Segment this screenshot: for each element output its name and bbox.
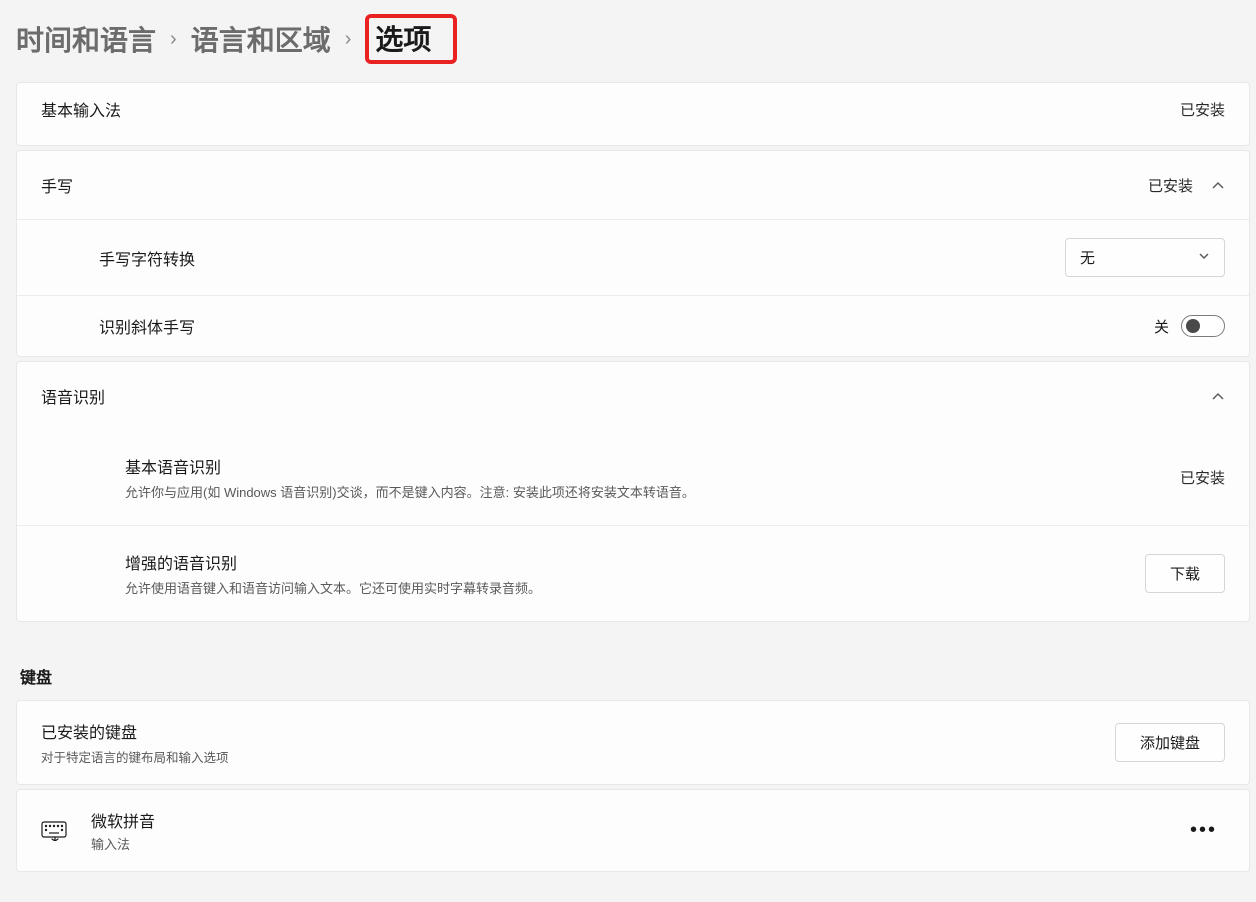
- installed-keyboards-desc: 对于特定语言的键布局和输入选项: [41, 747, 229, 766]
- handwriting-header[interactable]: 手写 已安装: [17, 151, 1249, 219]
- speech-card: 语音识别 基本语音识别 允许你与应用(如 Windows 语音识别)交谈，而不是…: [16, 361, 1250, 622]
- breadcrumb-current-highlight: 选项: [365, 14, 457, 64]
- handwriting-char-convert-row: 手写字符转换 无: [17, 219, 1249, 295]
- chevron-right-icon: ›: [170, 28, 177, 51]
- toggle-knob: [1186, 319, 1200, 333]
- char-convert-value: 无: [1080, 247, 1095, 268]
- installed-keyboards-row: 已安装的键盘 对于特定语言的键布局和输入选项 添加键盘: [17, 701, 1249, 784]
- italic-label: 识别斜体手写: [99, 314, 195, 338]
- ime-subtitle: 输入法: [91, 834, 155, 853]
- installed-keyboards-title: 已安装的键盘: [41, 719, 229, 743]
- ime-name: 微软拼音: [91, 808, 155, 832]
- handwriting-label: 手写: [41, 173, 73, 197]
- add-keyboard-button[interactable]: 添加键盘: [1115, 723, 1225, 762]
- handwriting-status: 已安装: [1148, 175, 1193, 196]
- breadcrumb: 时间和语言 › 语言和区域 › 选项: [0, 0, 1256, 82]
- basic-input-label: 基本输入法: [41, 97, 121, 121]
- installed-keyboards-card: 已安装的键盘 对于特定语言的键布局和输入选项 添加键盘: [16, 700, 1250, 785]
- ime-card[interactable]: 微软拼音 输入法 •••: [16, 789, 1250, 872]
- download-button[interactable]: 下载: [1145, 554, 1225, 593]
- italic-toggle-state: 关: [1154, 316, 1169, 337]
- italic-handwriting-row: 识别斜体手写 关: [17, 295, 1249, 356]
- chevron-up-icon: [1211, 178, 1225, 192]
- keyboards-section-title: 键盘: [20, 664, 1250, 688]
- enhanced-speech-row: 增强的语音识别 允许使用语音键入和语音访问输入文本。它还可使用实时字幕转录音频。…: [17, 525, 1249, 621]
- char-convert-label: 手写字符转换: [99, 246, 195, 270]
- handwriting-card: 手写 已安装 手写字符转换 无 识别斜体手写 关: [16, 150, 1250, 357]
- keyboard-icon: [41, 818, 67, 844]
- breadcrumb-options: 选项: [375, 24, 431, 55]
- enhanced-speech-desc: 允许使用语音键入和语音访问输入文本。它还可使用实时字幕转录音频。: [125, 578, 541, 597]
- content-area: 基本输入法 已安装 手写 已安装 手写字符转换 无 识别斜体手写: [0, 82, 1256, 872]
- enhanced-speech-title: 增强的语音识别: [125, 550, 541, 574]
- basic-speech-desc: 允许你与应用(如 Windows 语音识别)交谈，而不是键入内容。注意: 安装此…: [125, 482, 695, 501]
- basic-speech-row: 基本语音识别 允许你与应用(如 Windows 语音识别)交谈，而不是键入内容。…: [17, 430, 1249, 525]
- speech-header[interactable]: 语音识别: [17, 362, 1249, 430]
- basic-input-row[interactable]: 基本输入法 已安装: [17, 83, 1249, 145]
- basic-speech-status: 已安装: [1180, 467, 1225, 488]
- basic-input-card: 基本输入法 已安装: [16, 82, 1250, 146]
- breadcrumb-language-region[interactable]: 语言和区域: [191, 19, 331, 59]
- breadcrumb-time-language[interactable]: 时间和语言: [16, 19, 156, 59]
- chevron-down-icon: [1198, 249, 1210, 267]
- basic-input-status: 已安装: [1180, 99, 1225, 120]
- chevron-right-icon: ›: [345, 28, 352, 51]
- basic-speech-title: 基本语音识别: [125, 454, 695, 478]
- speech-label: 语音识别: [41, 384, 105, 408]
- more-options-button[interactable]: •••: [1182, 815, 1225, 846]
- chevron-up-icon: [1211, 389, 1225, 403]
- italic-toggle[interactable]: [1181, 315, 1225, 337]
- char-convert-select[interactable]: 无: [1065, 238, 1225, 277]
